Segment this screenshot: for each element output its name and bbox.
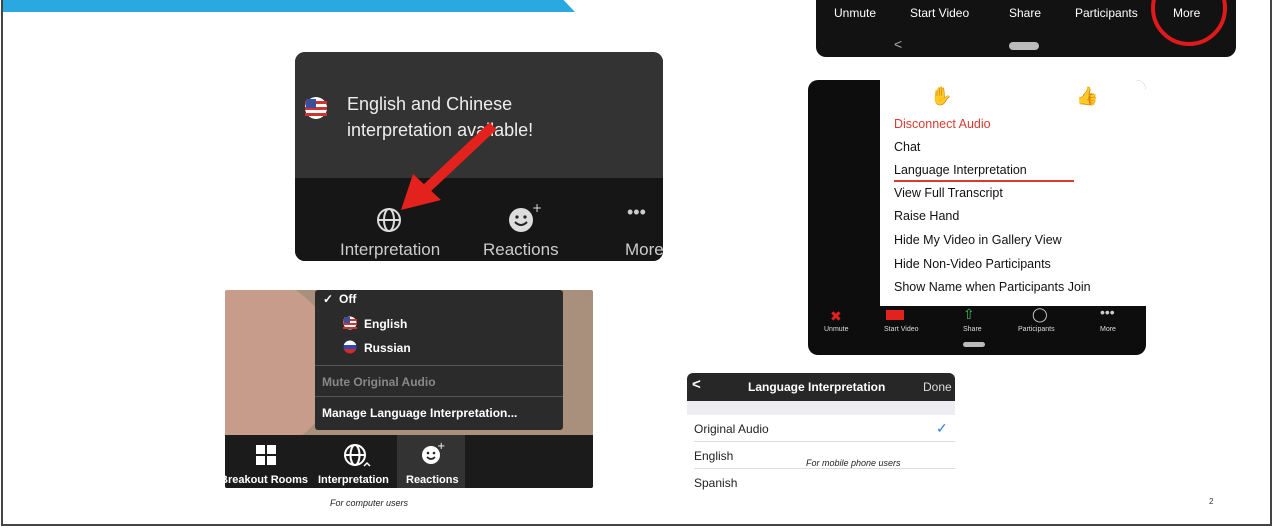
hide-non-video-item[interactable]: Hide Non-Video Participants xyxy=(894,257,1051,271)
svg-text:+: + xyxy=(532,202,541,215)
show-name-item[interactable]: Show Name when Participants Join xyxy=(894,280,1091,294)
smiley-plus-icon: + xyxy=(422,441,445,464)
breakout-rooms-button[interactable]: Breakout Rooms xyxy=(225,474,308,486)
svg-text:+: + xyxy=(437,441,445,452)
grid-icon xyxy=(256,445,276,465)
row-divider xyxy=(694,468,955,469)
manage-interpretation-option[interactable]: Manage Language Interpretation... xyxy=(322,406,517,420)
mobile-users-caption: For mobile phone users xyxy=(806,458,901,468)
row-divider xyxy=(694,441,955,442)
popup-message-line1: English and Chinese xyxy=(347,94,513,114)
us-flag-icon xyxy=(305,97,327,119)
start-video-button[interactable]: Start Video xyxy=(884,326,919,333)
panel-header: < Language Interpretation Done xyxy=(687,373,955,401)
done-button[interactable]: Done xyxy=(923,380,952,394)
interpretation-menu: ✓ Off English Russian Mute Original Audi… xyxy=(315,290,563,430)
back-chevron-icon[interactable]: < xyxy=(894,36,902,52)
mute-original-audio-option[interactable]: Mute Original Audio xyxy=(322,375,436,389)
off-option[interactable]: Off xyxy=(339,292,356,306)
more-menu: ✋ 👍 Disconnect Audio Chat Language Inter… xyxy=(880,80,1146,306)
share-button[interactable]: Share xyxy=(1009,6,1041,20)
chat-item[interactable]: Chat xyxy=(894,140,920,154)
start-video-button[interactable]: Start Video xyxy=(910,6,969,20)
mobile-more-menu-screenshot: ✋ 👍 Disconnect Audio Chat Language Inter… xyxy=(808,80,1146,355)
more-dots-icon: ••• xyxy=(627,202,646,222)
thumbs-up-icon: 👍 xyxy=(1076,86,1099,106)
menu-divider xyxy=(315,396,563,397)
reactions-button[interactable]: Reactions xyxy=(483,240,559,260)
page-number: 2 xyxy=(1209,497,1214,506)
home-pill xyxy=(963,342,985,347)
more-button[interactable]: More xyxy=(1100,326,1116,333)
original-audio-option[interactable]: Original Audio xyxy=(694,422,769,436)
checkmark-icon: ✓ xyxy=(323,292,334,306)
globe-icon xyxy=(344,444,371,467)
interpretation-button[interactable]: Interpretation xyxy=(318,474,389,486)
interpretation-button[interactable]: Interpretation xyxy=(340,240,440,260)
hide-my-video-item[interactable]: Hide My Video in Gallery View xyxy=(894,233,1062,247)
russian-option[interactable]: Russian xyxy=(364,341,411,355)
home-pill xyxy=(1009,42,1039,50)
participants-button[interactable]: Participants xyxy=(1075,6,1138,20)
share-button[interactable]: Share xyxy=(963,326,982,333)
smiley-plus-icon: + xyxy=(509,202,541,232)
mobile-toolbar-top: Unmute Start Video Share Participants Mo… xyxy=(816,0,1236,57)
checkmark-icon: ✓ xyxy=(936,420,948,436)
russia-flag-icon xyxy=(343,340,357,354)
video-off-icon xyxy=(886,310,904,320)
mic-muted-icon: ✖ xyxy=(830,308,842,324)
mobile-interpretation-panel: < Language Interpretation Done Original … xyxy=(687,373,955,495)
more-dots-icon: ••• xyxy=(1100,304,1115,320)
us-flag-icon xyxy=(343,316,357,330)
reactions-button[interactable]: Reactions xyxy=(406,474,459,486)
view-full-transcript-item[interactable]: View Full Transcript xyxy=(894,186,1003,200)
computer-interpretation-screenshot: ✓ Off English Russian Mute Original Audi… xyxy=(225,290,593,488)
highlight-circle xyxy=(1151,0,1227,46)
share-icon: ⇧ xyxy=(963,306,975,322)
red-arrow-icon xyxy=(401,122,497,210)
more-button[interactable]: More xyxy=(625,240,663,260)
header-accent-bar xyxy=(3,0,575,12)
language-interpretation-item[interactable]: Language Interpretation xyxy=(894,163,1027,177)
panel-title: Language Interpretation xyxy=(748,380,886,394)
panel-spacer xyxy=(687,401,955,415)
participants-icon: ◯ xyxy=(1032,306,1048,322)
unmute-button[interactable]: Unmute xyxy=(834,6,876,20)
raise-hand-item[interactable]: Raise Hand xyxy=(894,209,959,223)
unmute-button[interactable]: Unmute xyxy=(824,326,849,333)
highlight-underline xyxy=(894,180,1074,182)
clap-icon: ✋ xyxy=(930,86,953,106)
spanish-option[interactable]: Spanish xyxy=(694,476,737,490)
back-chevron-icon[interactable]: < xyxy=(692,376,701,393)
disconnect-audio-item[interactable]: Disconnect Audio xyxy=(894,117,991,131)
english-option[interactable]: English xyxy=(364,317,407,331)
interpretation-popup-screenshot: English and Chinese interpretation avail… xyxy=(295,52,663,261)
english-option[interactable]: English xyxy=(694,449,733,463)
meeting-toolbar: Breakout Rooms Interpretation + Reaction… xyxy=(225,435,593,488)
computer-users-caption: For computer users xyxy=(330,498,409,508)
participants-button[interactable]: Participants xyxy=(1018,326,1055,333)
menu-divider xyxy=(315,365,563,366)
